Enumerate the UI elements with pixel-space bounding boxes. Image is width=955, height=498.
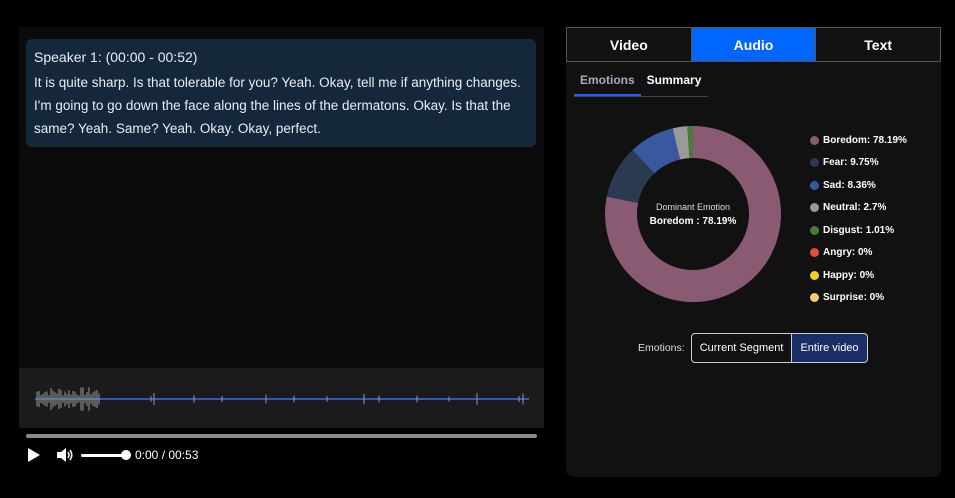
legend-label: Angry: 0% (823, 247, 873, 259)
time-display: 0:00 / 00:53 (135, 448, 199, 462)
donut-slice-fear[interactable] (606, 150, 655, 204)
audio-waveform[interactable] (19, 368, 544, 428)
waveform-graphic (35, 387, 529, 411)
legend-label: Surprise: 0% (823, 292, 885, 304)
dominant-emotion-value: Boredom : 78.19% (649, 216, 737, 227)
segment-toggle: Emotions: Current Segment Entire video (638, 333, 868, 363)
legend-label: Happy: 0% (823, 269, 875, 281)
legend-item-angry: Angry: 0% (810, 242, 907, 265)
legend-dot (810, 158, 819, 168)
segment-label: Emotions: (638, 342, 685, 354)
emotion-donut-chart (605, 126, 781, 302)
donut-slice-sad[interactable] (632, 128, 681, 174)
transcript-box: Speaker 1: (00:00 - 00:52) It is quite s… (26, 39, 536, 147)
tab-text[interactable]: Text (816, 28, 940, 61)
play-icon[interactable] (27, 447, 41, 463)
legend-dot (810, 225, 819, 235)
legend-dot (810, 203, 819, 213)
legend-item-sad: Sad: 8.36% (810, 174, 907, 197)
legend-item-surprise: Surprise: 0% (810, 287, 907, 310)
player-controls: 0:00 / 00:53 (19, 428, 544, 477)
legend-dot (810, 293, 819, 303)
legend-label: Fear: 9.75% (823, 157, 879, 169)
legend-dot (810, 180, 819, 190)
analysis-panel: Video Audio Text Emotions Summary Domina… (566, 27, 941, 477)
transcript-text: It is quite sharp. Is that tolerable for… (34, 75, 521, 136)
video-panel: Speaker 1: (00:00 - 00:52) It is quite s… (19, 27, 544, 477)
sub-tabs: Emotions Summary (574, 73, 708, 97)
legend-dot (810, 270, 819, 280)
tab-audio[interactable]: Audio (691, 28, 817, 61)
legend-item-disgust: Disgust: 1.01% (810, 219, 907, 242)
legend-item-neutral: Neutral: 2.7% (810, 197, 907, 220)
subtab-emotions[interactable]: Emotions (574, 73, 641, 96)
legend-item-boredom: Boredom: 78.19% (810, 129, 907, 152)
donut-slice-neutral[interactable] (672, 126, 690, 160)
speaker-label: Speaker 1: (00:00 - 00:52) (34, 49, 198, 65)
legend-item-fear: Fear: 9.75% (810, 152, 907, 175)
legend-label: Boredom: 78.19% (823, 134, 907, 146)
legend-label: Sad: 8.36% (823, 179, 876, 191)
entire-video-button[interactable]: Entire video (792, 333, 868, 363)
legend-label: Neutral: 2.7% (823, 202, 887, 214)
subtab-summary[interactable]: Summary (641, 73, 708, 96)
legend-label: Disgust: 1.01% (823, 224, 895, 236)
mode-tabs: Video Audio Text (566, 27, 941, 62)
tab-video[interactable]: Video (567, 28, 692, 61)
seek-bar[interactable] (26, 434, 537, 438)
volume-slider-handle[interactable] (121, 450, 131, 460)
chart-legend: Boredom: 78.19% Fear: 9.75% Sad: 8.36% Neut… (810, 129, 907, 309)
legend-dot (810, 135, 819, 145)
legend-item-happy: Happy: 0% (810, 264, 907, 287)
legend-dot (810, 248, 819, 258)
current-segment-button[interactable]: Current Segment (690, 333, 793, 363)
volume-icon[interactable] (56, 447, 74, 463)
dominant-emotion-label: Dominant Emotion (655, 202, 731, 212)
